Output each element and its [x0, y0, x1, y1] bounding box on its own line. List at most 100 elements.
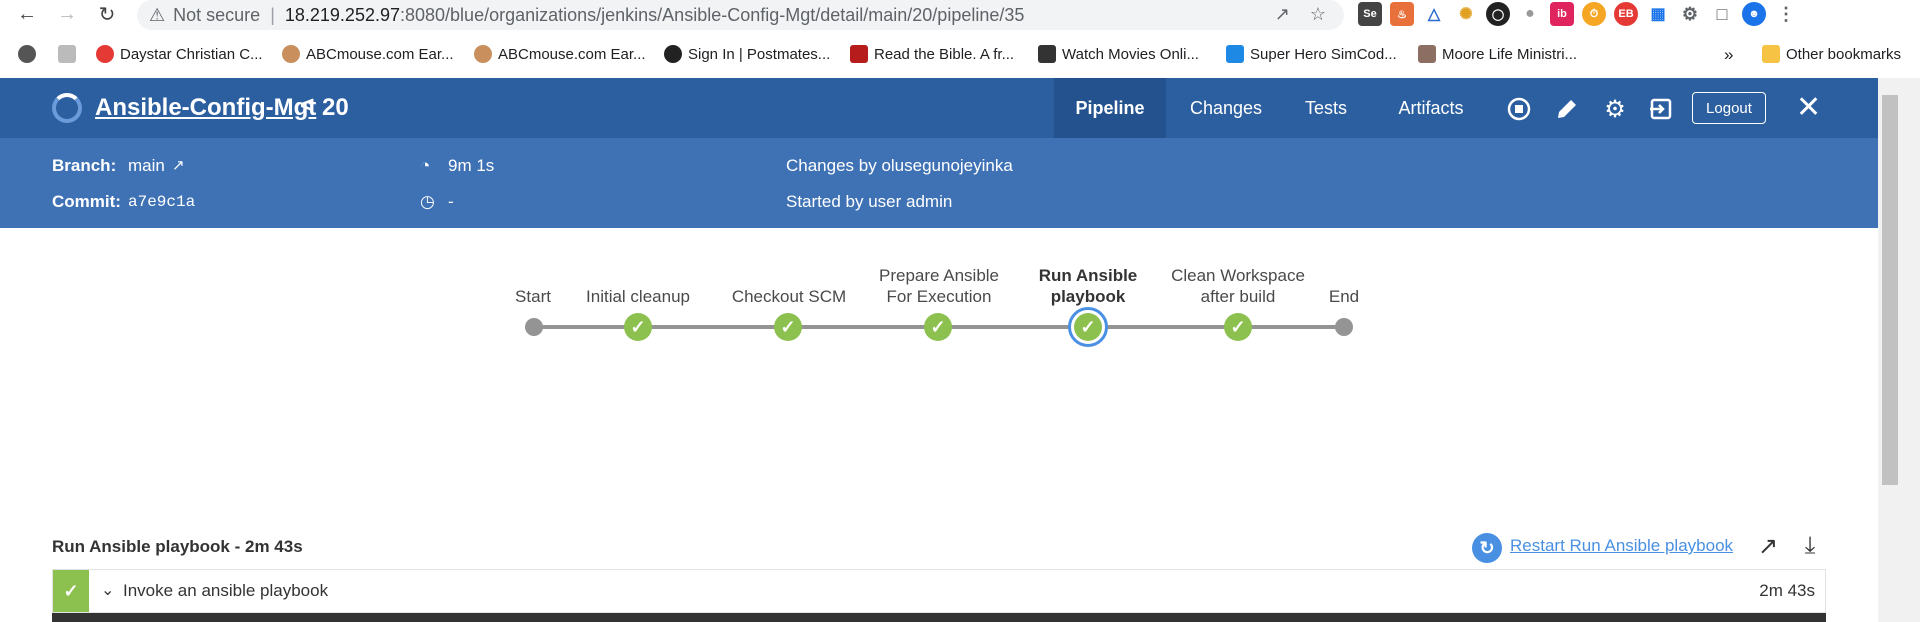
stage-node-clean-workspace[interactable]: ✓ — [1224, 313, 1252, 341]
step-duration: 2m 43s — [1759, 581, 1815, 600]
ministry-icon — [1418, 45, 1436, 63]
bookmark-star-icon[interactable]: ☆ — [1310, 4, 1326, 25]
bookmark-blank-icon[interactable] — [58, 45, 76, 63]
pipeline-header: Ansible-Config-Mgt < 20 Pipeline Changes… — [0, 78, 1878, 138]
bing-icon — [1226, 45, 1244, 63]
bookmark-item[interactable]: Super Hero SimCod... — [1226, 45, 1397, 63]
speed-extension-icon[interactable]: ⏱ — [1582, 2, 1606, 26]
side-panel-icon[interactable]: □ — [1710, 2, 1734, 26]
browser-menu-icon[interactable]: ⋮ — [1774, 2, 1798, 26]
stage-node-prepare-ansible[interactable]: ✓ — [924, 313, 952, 341]
check-icon: ✓ — [630, 316, 646, 337]
bookmark-item[interactable]: Daystar Christian C... — [96, 45, 263, 63]
running-status-spinner-icon — [52, 93, 82, 123]
tab-pipeline[interactable]: Pipeline — [1054, 78, 1166, 138]
bookmark-item[interactable]: ABCmouse.com Ear... — [282, 45, 454, 63]
abcmouse-icon — [474, 45, 492, 63]
tab-artifacts[interactable]: Artifacts — [1384, 78, 1478, 138]
extensions-bar: Se ♨ △ ✺ ◯ ● ib ⏱ EB ▦ ⚙ □ ☻ ⋮ — [1358, 2, 1798, 26]
url-separator: | — [270, 4, 275, 25]
bookmarks-bar: Daystar Christian C... ABCmouse.com Ear.… — [0, 40, 1920, 70]
more-bookmarks-chevron[interactable]: » — [1724, 45, 1733, 65]
commit-label: Commit: — [52, 192, 121, 211]
stage-label-clean-workspace[interactable]: Clean Workspace after build — [1162, 265, 1314, 307]
check-icon: ✓ — [780, 316, 796, 337]
circle-extension-icon[interactable]: ◯ — [1486, 2, 1510, 26]
started-by: Started by user admin — [786, 192, 953, 211]
check-icon: ✓ — [1080, 316, 1096, 337]
stage-label-prepare-ansible[interactable]: Prepare Ansible For Execution — [868, 265, 1010, 307]
warning-triangle-icon: ⚠ — [149, 4, 166, 25]
url-bar[interactable]: ⚠ Not secure | 18.219.252.97 :8080/blue/… — [137, 0, 1344, 30]
back-chevron-icon[interactable]: < — [300, 92, 314, 120]
run-number: 20 — [322, 94, 349, 121]
changes-by: Changes by olusegunojeyinka — [786, 156, 1013, 175]
extension-icon[interactable]: ♨ — [1390, 2, 1414, 26]
compass-extension-icon[interactable]: ✺ — [1454, 2, 1478, 26]
classic-ui-exit-icon[interactable] — [1646, 94, 1676, 124]
download-log-icon[interactable]: ⤓ — [1796, 532, 1824, 560]
browser-chrome: ← → ↻ ⚠ Not secure | 18.219.252.97 :8080… — [0, 0, 1920, 78]
clock-icon: ◷ — [420, 192, 435, 211]
bookmark-item[interactable]: Moore Life Ministri... — [1418, 45, 1577, 63]
stage-label-start: Start — [515, 287, 551, 306]
branch-value[interactable]: main — [128, 156, 165, 176]
step-row[interactable]: ✓ ⌄ Invoke an ansible playbook 2m 43s — [52, 569, 1826, 613]
stage-label-run-ansible[interactable]: Run Ansible playbook — [1028, 265, 1148, 307]
settings-gear-icon[interactable]: ⚙ — [1600, 94, 1630, 124]
step-success-check-icon: ✓ — [53, 570, 89, 612]
close-icon[interactable]: ✕ — [1796, 90, 1821, 125]
scrollbar-thumb[interactable] — [1882, 95, 1898, 485]
chevron-down-icon[interactable]: ⌄ — [101, 580, 114, 600]
stage-node-run-ansible[interactable]: ✓ — [1074, 313, 1102, 341]
sheet-extension-icon[interactable]: ▦ — [1646, 2, 1670, 26]
bookmark-item[interactable]: Sign In | Postmates... — [664, 45, 830, 63]
eb-extension-icon[interactable]: EB — [1614, 2, 1638, 26]
branch-label: Branch: — [52, 156, 117, 175]
logout-button[interactable]: Logout — [1692, 92, 1766, 124]
stage-node-initial-cleanup[interactable]: ✓ — [624, 313, 652, 341]
stage-node-checkout-scm[interactable]: ✓ — [774, 313, 802, 341]
profile-avatar-icon[interactable]: ☻ — [1742, 2, 1766, 26]
open-in-new-window-icon[interactable]: ↗ — [1754, 532, 1782, 560]
back-arrow-icon[interactable]: ← — [16, 3, 38, 25]
run-summary: Branch: main ↗ Commit: a7e9c1a ◔ 9m 1s ◷… — [0, 138, 1878, 228]
stage-label-initial-cleanup[interactable]: Initial cleanup — [574, 286, 702, 307]
commit-hash[interactable]: a7e9c1a — [128, 193, 195, 211]
start-node — [525, 318, 543, 336]
external-link-icon[interactable]: ↗ — [172, 156, 185, 174]
apps-globe-icon[interactable] — [18, 45, 36, 63]
postmates-icon — [664, 45, 682, 63]
tab-changes[interactable]: Changes — [1176, 78, 1276, 138]
share-icon[interactable]: ↗ — [1275, 4, 1290, 25]
bookmark-item[interactable]: Watch Movies Onli... — [1038, 45, 1199, 63]
reload-icon[interactable]: ↻ — [96, 3, 118, 26]
other-bookmarks-folder[interactable]: Other bookmarks — [1762, 45, 1901, 63]
edit-pencil-icon[interactable] — [1552, 94, 1582, 124]
bookmark-item[interactable]: ABCmouse.com Ear... — [474, 45, 646, 63]
address-bar-row: ← → ↻ ⚠ Not secure | 18.219.252.97 :8080… — [0, 0, 1920, 30]
stage-label-end: End — [1328, 287, 1360, 306]
ib-extension-icon[interactable]: ib — [1550, 2, 1574, 26]
tab-tests[interactable]: Tests — [1286, 78, 1366, 138]
stage-detail-title: Run Ansible playbook - 2m 43s — [52, 537, 303, 556]
step-name: Invoke an ansible playbook — [123, 581, 329, 600]
daystar-icon — [96, 45, 114, 63]
restart-stage-link[interactable]: Restart Run Ansible playbook — [1510, 536, 1733, 556]
url-host: 18.219.252.97 — [284, 4, 400, 25]
forward-arrow-icon[interactable]: → — [56, 3, 78, 25]
selenium-extension-icon[interactable]: Se — [1358, 2, 1382, 26]
puzzle-extensions-icon[interactable]: ⚙ — [1678, 2, 1702, 26]
bookmark-item[interactable]: Read the Bible. A fr... — [850, 45, 1014, 63]
animal-extension-icon[interactable]: ● — [1518, 2, 1542, 26]
pipeline-title-link[interactable]: Ansible-Config-Mgt — [95, 94, 316, 122]
end-node — [1335, 318, 1353, 336]
run-duration: 9m 1s — [448, 156, 495, 175]
triangle-extension-icon[interactable]: △ — [1422, 2, 1446, 26]
stop-icon[interactable] — [1504, 94, 1534, 124]
restart-refresh-icon[interactable]: ↻ — [1472, 533, 1502, 563]
movies-icon — [1038, 45, 1056, 63]
stage-label-checkout-scm[interactable]: Checkout SCM — [722, 286, 856, 307]
folder-icon — [1762, 45, 1780, 63]
url-path: :8080/blue/organizations/jenkins/Ansible… — [400, 4, 1025, 25]
